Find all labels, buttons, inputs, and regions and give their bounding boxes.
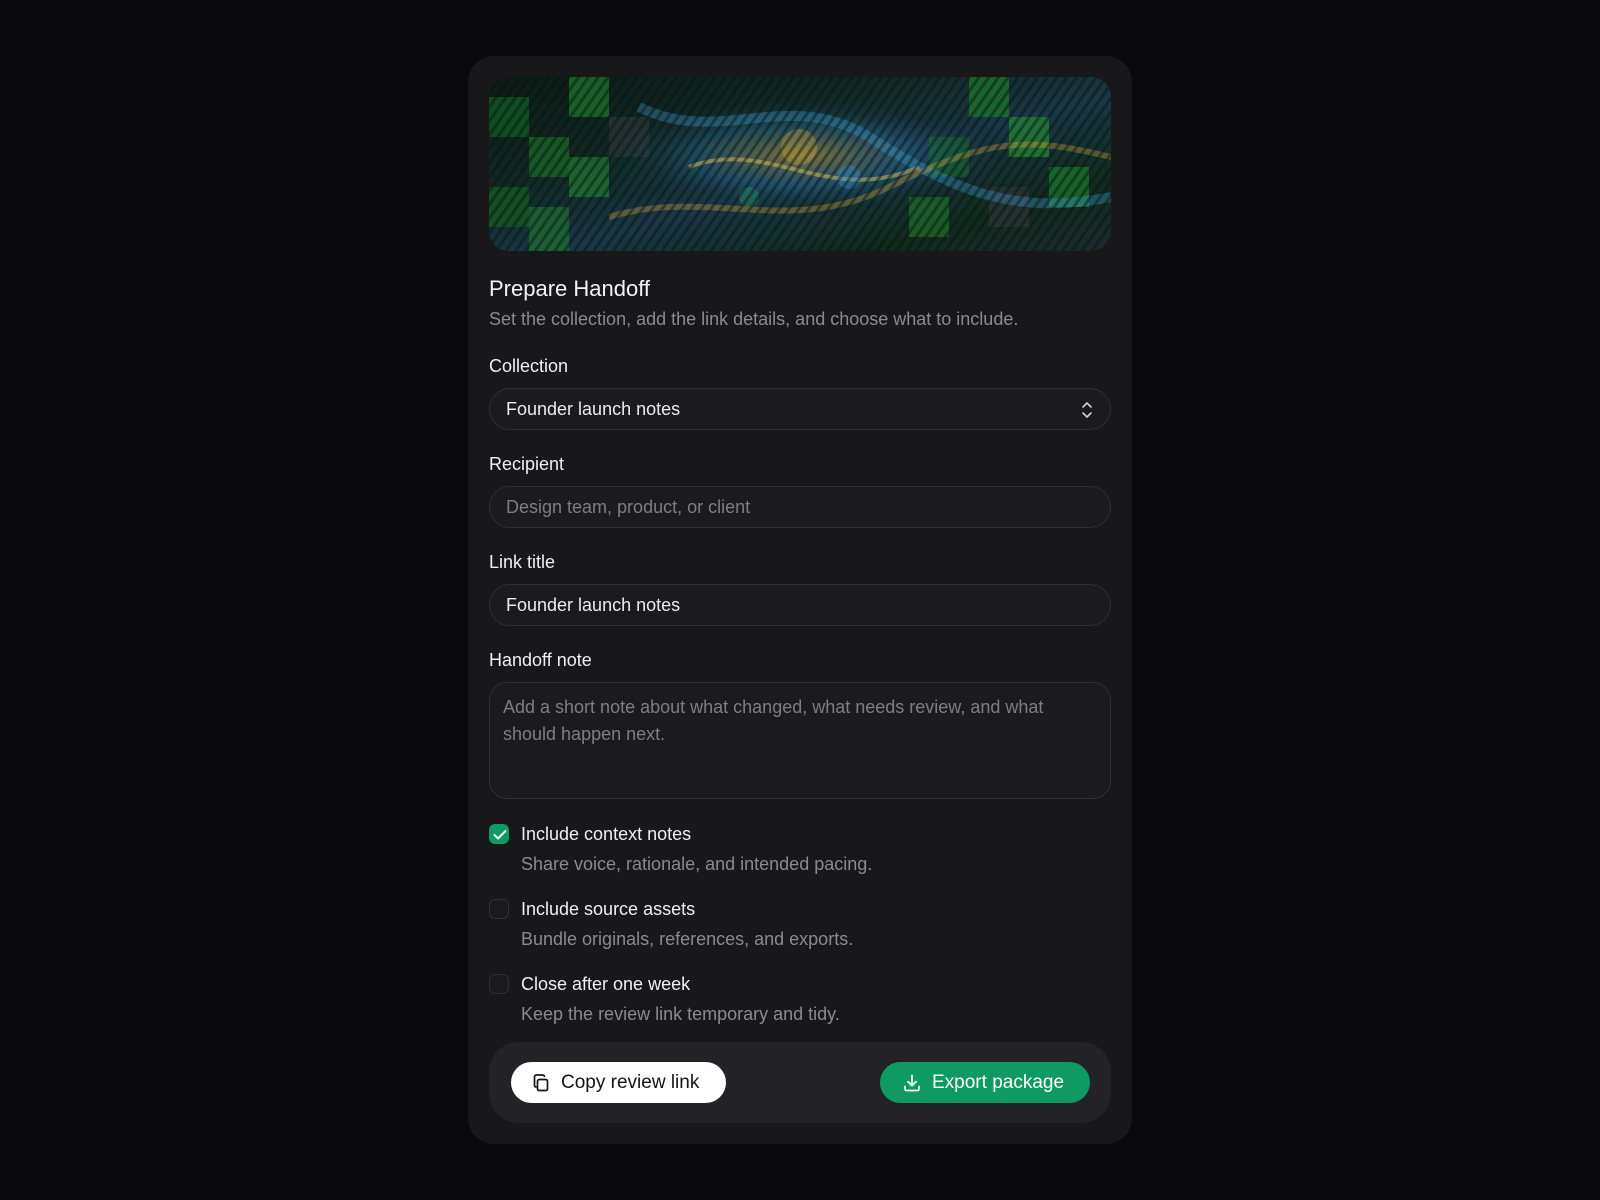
collection-group: Collection Founder launch notes	[489, 354, 1111, 430]
source-assets-description: Bundle originals, references, and export…	[521, 929, 854, 949]
hero-image	[489, 77, 1111, 251]
dialog-title: Prepare Handoff	[489, 276, 651, 301]
source-assets-title: Include source assets	[521, 899, 696, 919]
handoff-note-placeholder: Add a short note about what changed, wha…	[503, 697, 1044, 744]
link-title-label: Link title	[489, 552, 556, 572]
handoff-note-textarea[interactable]: Add a short note about what changed, wha…	[489, 682, 1111, 799]
option-source-assets[interactable]: Include source assets Bundle originals, …	[489, 898, 1111, 950]
download-icon	[904, 1074, 920, 1091]
recipient-placeholder: Design team, product, or client	[506, 496, 751, 517]
handoff-note-group: Handoff note Add a short note about what…	[489, 648, 1111, 799]
collection-label: Collection	[489, 356, 569, 376]
check-icon	[493, 830, 507, 840]
link-title-value: Founder launch notes	[506, 594, 681, 615]
source-assets-checkbox[interactable]	[489, 899, 509, 919]
context-notes-title: Include context notes	[521, 824, 692, 844]
context-notes-description: Share voice, rationale, and intended pac…	[521, 854, 873, 874]
option-context-notes[interactable]: Include context notes Share voice, ratio…	[489, 823, 1111, 875]
close-after-week-title: Close after one week	[521, 974, 691, 994]
context-notes-checkbox[interactable]	[489, 824, 509, 844]
close-after-week-checkbox[interactable]	[489, 974, 509, 994]
export-package-button[interactable]: Export package	[880, 1062, 1090, 1103]
recipient-label: Recipient	[489, 454, 565, 474]
dialog-subtitle: Set the collection, add the link details…	[489, 309, 1019, 329]
export-package-label: Export package	[932, 1071, 1065, 1093]
link-title-input[interactable]: Founder launch notes	[489, 584, 1111, 626]
action-bar: Copy review link Export package	[489, 1042, 1111, 1123]
copy-review-link-label: Copy review link	[561, 1071, 700, 1093]
copy-icon	[533, 1073, 549, 1091]
collection-value: Founder launch notes	[506, 398, 681, 419]
close-after-week-description: Keep the review link temporary and tidy.	[521, 1004, 840, 1024]
recipient-input[interactable]: Design team, product, or client	[489, 486, 1111, 528]
handoff-dialog: Prepare Handoff Set the collection, add …	[468, 56, 1132, 1144]
handoff-note-label: Handoff note	[489, 650, 592, 670]
link-title-group: Link title Founder launch notes	[489, 550, 1111, 626]
collection-select[interactable]: Founder launch notes	[489, 388, 1111, 430]
recipient-group: Recipient Design team, product, or clien…	[489, 452, 1111, 528]
copy-review-link-button[interactable]: Copy review link	[511, 1062, 726, 1103]
option-close-after-week[interactable]: Close after one week Keep the review lin…	[489, 973, 1111, 1025]
chevron-updown-icon	[1082, 402, 1092, 418]
